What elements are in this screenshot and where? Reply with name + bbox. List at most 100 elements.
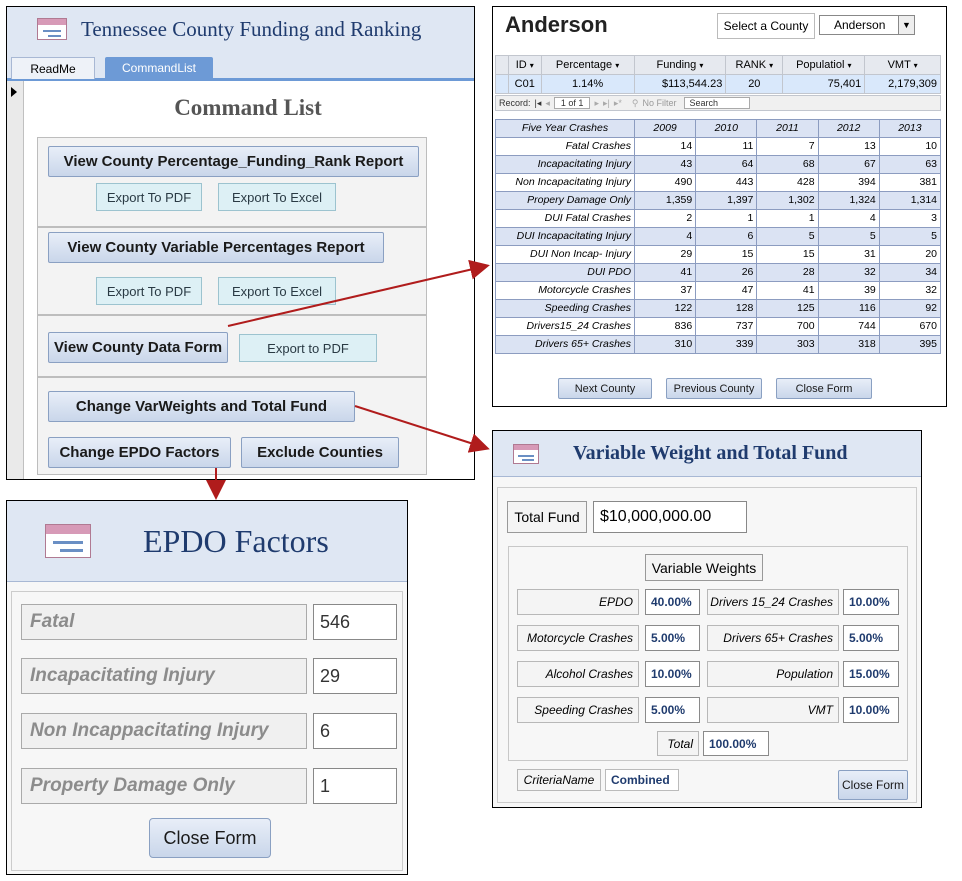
col-funding-header[interactable]: Funding ▾ <box>633 55 727 75</box>
close-form-button-county[interactable]: Close Form <box>776 378 872 399</box>
weight-input-alcohol[interactable]: 10.00% <box>645 661 700 687</box>
weight-label-motorcycle: Motorcycle Crashes <box>517 625 639 651</box>
search-input[interactable]: Search <box>684 97 751 109</box>
weight-label-epdo: EPDO <box>517 589 639 615</box>
next-county-button[interactable]: Next County <box>558 378 652 399</box>
record-percentage[interactable]: 1.14% <box>540 74 635 94</box>
table-row: DUI Incapacitating Injury 4 6 5 5 5 <box>495 227 942 246</box>
epdo-factors-window: EPDO Factors Fatal 546 Incapacitating In… <box>6 500 408 875</box>
year-2010: 2010 <box>695 119 758 138</box>
record-id[interactable]: C01 <box>508 74 542 94</box>
weight-input-motorcycle[interactable]: 5.00% <box>645 625 700 651</box>
form-icon <box>45 524 91 558</box>
select-county-label: Select a County <box>717 13 815 39</box>
weight-input-vmt[interactable]: 10.00% <box>843 697 899 723</box>
factor-input-non-incapacitating[interactable]: 6 <box>313 713 397 749</box>
export-excel-button-2[interactable]: Export To Excel <box>218 277 336 305</box>
export-pdf-button-2[interactable]: Export To PDF <box>96 277 202 305</box>
year-2013: 2013 <box>878 119 942 138</box>
no-filter-button[interactable]: No Filter <box>642 98 676 108</box>
record-funding[interactable]: $113,544.23 <box>633 74 727 94</box>
factor-label-incapacitating: Incapacitating Injury <box>21 658 307 694</box>
weight-label-vmt: VMT <box>707 697 839 723</box>
record-position-input[interactable]: 1 of 1 <box>553 97 591 109</box>
command-list-heading: Command List <box>174 95 322 120</box>
factor-label-property-damage: Property Damage Only <box>21 768 307 804</box>
command-title-bar: Tennessee County Funding and Ranking <box>7 7 474 52</box>
export-pdf-button-3[interactable]: Export to PDF <box>239 334 377 362</box>
factor-input-fatal[interactable]: 546 <box>313 604 397 640</box>
record-vmt[interactable]: 2,179,309 <box>864 74 941 94</box>
weight-label-population: Population <box>707 661 839 687</box>
weight-input-drivers-65[interactable]: 5.00% <box>843 625 899 651</box>
weights-title-bar: Variable Weight and Total Fund <box>493 431 921 477</box>
factor-label-fatal: Fatal <box>21 604 307 640</box>
form-icon <box>37 18 67 40</box>
tab-readme[interactable]: ReadMe <box>11 57 95 79</box>
weight-label-drivers-65: Drivers 65+ Crashes <box>707 625 839 651</box>
exclude-counties-button[interactable]: Exclude Counties <box>241 437 399 468</box>
previous-county-button[interactable]: Previous County <box>666 378 762 399</box>
total-weight-value: 100.00% <box>703 731 769 756</box>
previous-record-icon[interactable]: ◂ <box>545 98 550 109</box>
weight-input-drivers-15-24[interactable]: 10.00% <box>843 589 899 615</box>
export-pdf-button-1[interactable]: Export To PDF <box>96 183 202 211</box>
variable-weights-heading: Variable Weights <box>645 554 763 581</box>
new-record-icon[interactable]: ▸* <box>614 98 622 109</box>
criteria-name-label: CriteriaName <box>517 769 601 791</box>
weight-input-population[interactable]: 15.00% <box>843 661 899 687</box>
app-title: Tennessee County Funding and Ranking <box>81 16 422 41</box>
table-row: Fatal Crashes 14 11 7 13 10 <box>495 137 942 156</box>
county-name: Anderson <box>505 12 608 37</box>
table-row: Propery Damage Only 1,359 1,397 1,302 1,324 1… <box>495 191 942 210</box>
change-epdo-factors-button[interactable]: Change EPDO Factors <box>48 437 231 468</box>
year-2012: 2012 <box>817 119 880 138</box>
tab-strip: ReadMe CommandList <box>7 51 474 81</box>
record-row[interactable]: C01 1.14% $113,544.23 20 75,401 2,179,30… <box>495 74 941 94</box>
record-table: ID ▾ Percentage ▾ Funding ▾ RANK ▾ Popul… <box>495 55 941 94</box>
col-rank-header[interactable]: RANK ▾ <box>725 55 784 75</box>
col-id-header[interactable]: ID ▾ <box>508 55 542 75</box>
view-variable-percentages-report-button[interactable]: View County Variable Percentages Report <box>48 232 384 263</box>
chevron-down-icon[interactable]: ▼ <box>898 16 914 34</box>
close-form-button-epdo[interactable]: Close Form <box>149 818 271 858</box>
county-data-window: Anderson Select a County Anderson ▼ ID ▾… <box>492 6 947 407</box>
record-navigation-bar: Record: |◂ ◂ 1 of 1 ▸ ▸| ▸* ⚲ No Filter … <box>495 95 941 111</box>
weight-input-epdo[interactable]: 40.00% <box>645 589 700 615</box>
crash-header-row: Five Year Crashes 2009 2010 2011 2012 20… <box>495 119 942 138</box>
factor-label-non-incapacitating: Non Incappacitating Injury <box>21 713 307 749</box>
last-record-icon[interactable]: ▸| <box>603 98 610 109</box>
col-population-header[interactable]: Populatiol ▾ <box>782 55 866 75</box>
first-record-icon[interactable]: |◂ <box>535 98 542 109</box>
table-row: Motorcycle Crashes 37 47 41 39 32 <box>495 281 942 300</box>
close-form-button-weights[interactable]: Close Form <box>838 770 908 800</box>
tab-commandlist[interactable]: CommandList <box>105 57 213 78</box>
weight-input-speeding[interactable]: 5.00% <box>645 697 700 723</box>
factor-input-property-damage[interactable]: 1 <box>313 768 397 804</box>
factor-input-incapacitating[interactable]: 29 <box>313 658 397 694</box>
weight-label-alcohol: Alcohol Crashes <box>517 661 639 687</box>
view-percentage-funding-rank-report-button[interactable]: View County Percentage_Funding_Rank Repo… <box>48 146 419 177</box>
tab-commandlist-label: CommandList <box>121 60 197 75</box>
variable-weight-window: Variable Weight and Total Fund Total Fun… <box>492 430 922 808</box>
record-label: Record: <box>499 98 531 108</box>
view-county-data-form-button[interactable]: View County Data Form <box>48 332 228 363</box>
record-pointer-icon <box>11 87 17 97</box>
county-select[interactable]: Anderson ▼ <box>819 15 915 35</box>
table-row: DUI PDO 41 26 28 32 34 <box>495 263 942 282</box>
epdo-title-bar: EPDO Factors <box>7 501 407 582</box>
total-fund-input[interactable]: $10,000,000.00 <box>593 501 747 533</box>
crash-table: Five Year Crashes 2009 2010 2011 2012 20… <box>495 119 942 354</box>
weights-title: Variable Weight and Total Fund <box>573 442 848 464</box>
next-record-icon[interactable]: ▸ <box>594 98 599 109</box>
criteria-name-value[interactable]: Combined <box>605 769 679 791</box>
record-selector[interactable] <box>7 81 24 479</box>
total-fund-label: Total Fund <box>507 501 587 533</box>
change-varweights-button[interactable]: Change VarWeights and Total Fund <box>48 391 355 422</box>
record-rank[interactable]: 20 <box>725 74 784 94</box>
col-percentage-header[interactable]: Percentage ▾ <box>540 55 635 75</box>
total-weight-label: Total <box>657 731 699 756</box>
export-excel-button-1[interactable]: Export To Excel <box>218 183 336 211</box>
col-vmt-header[interactable]: VMT ▾ <box>864 55 941 75</box>
record-population[interactable]: 75,401 <box>782 74 866 94</box>
